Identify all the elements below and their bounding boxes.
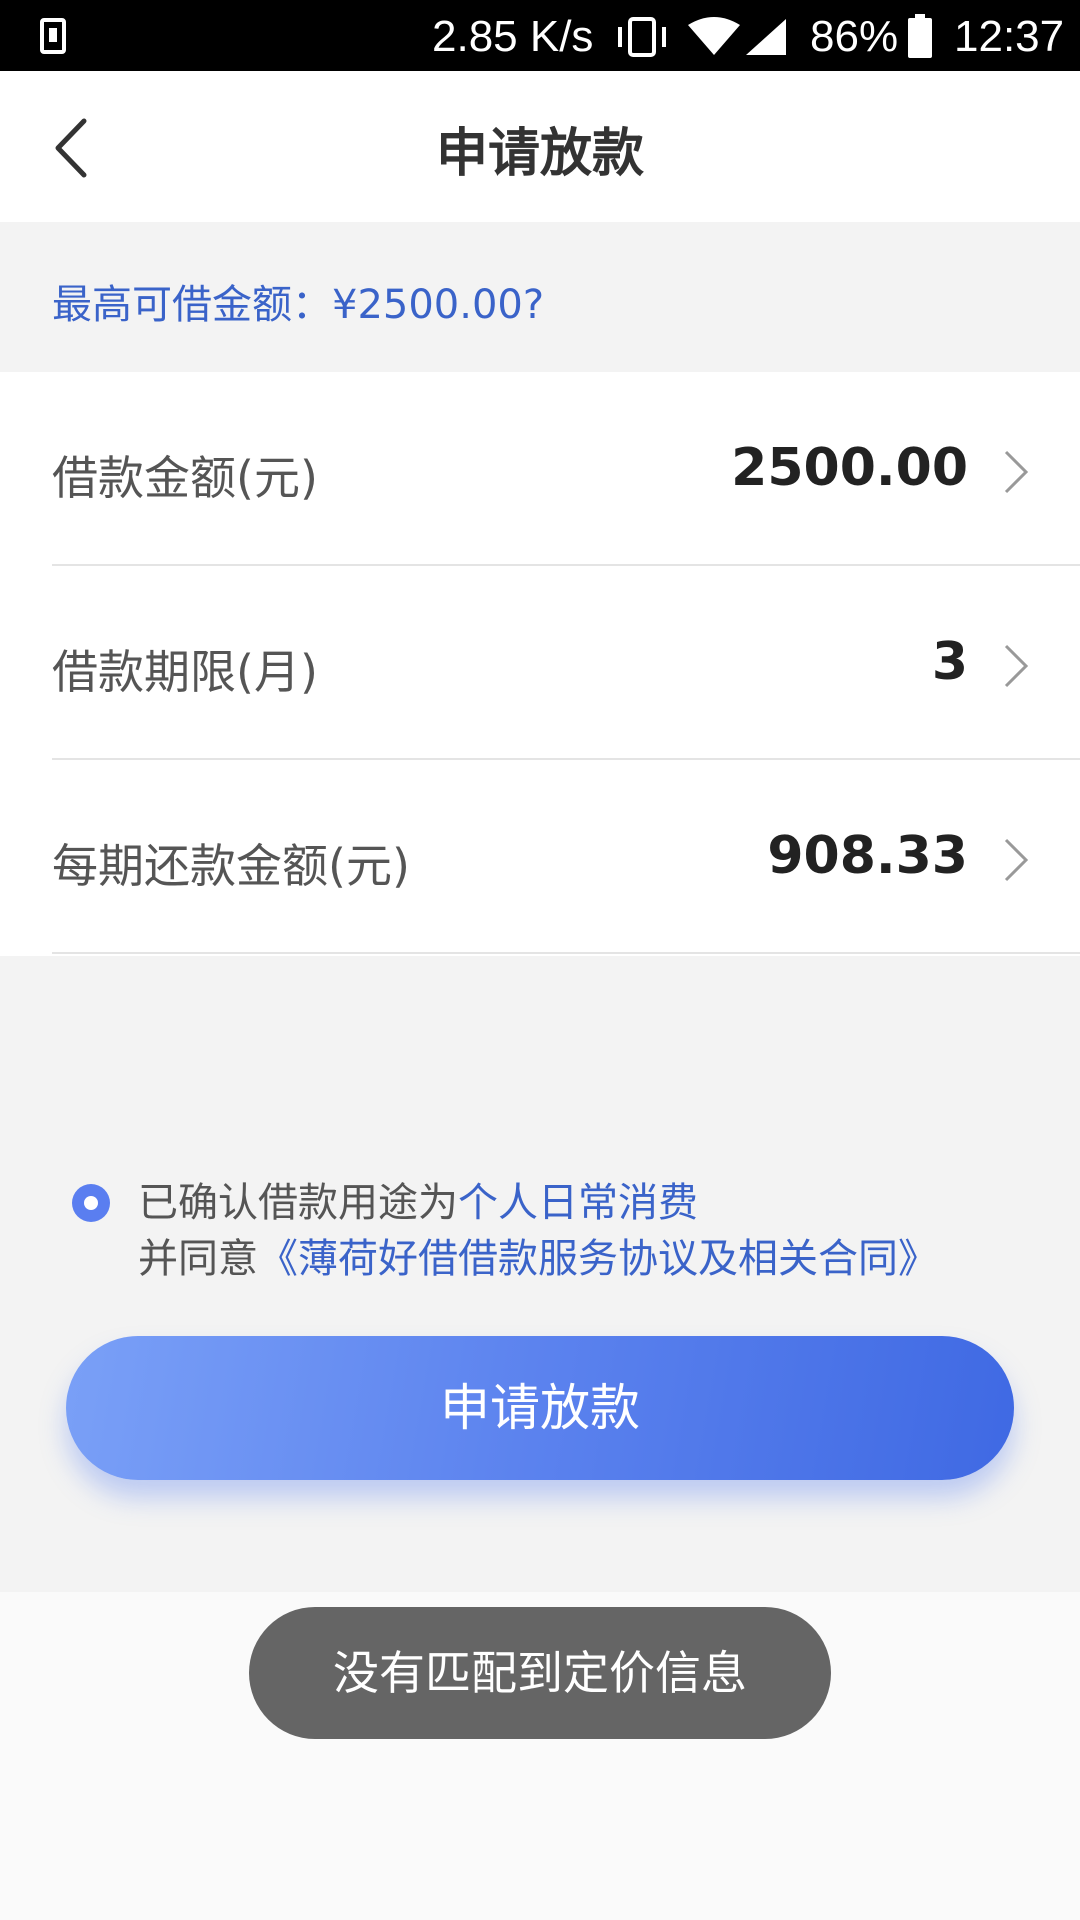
chevron-right-icon [1004, 838, 1029, 882]
contract-link[interactable]: 《薄荷好借借款服务协议及相关合同》 [258, 1236, 938, 1282]
vibrate-icon [618, 17, 666, 57]
contract-line: 并同意《薄荷好借借款服务协议及相关合同》 [138, 1226, 938, 1284]
max-borrow-amount: 最高可借金额：¥2500.00? [52, 282, 545, 328]
repayment-amount-row[interactable]: 每期还款金额(元) 908.33 [0, 760, 1080, 954]
chevron-right-icon [1004, 450, 1029, 494]
app-header: 申请放款 [0, 71, 1080, 222]
network-speed: 2.85 K/s [432, 12, 594, 61]
battery-percent: 86% [810, 12, 899, 61]
toast-message: 没有匹配到定价信息 [249, 1607, 831, 1739]
loan-term-row[interactable]: 借款期限(月) 3 [0, 566, 1080, 760]
apply-loan-button[interactable]: 申请放款 [66, 1336, 1014, 1480]
download-notification-icon [40, 18, 66, 54]
chevron-right-icon [1004, 644, 1029, 688]
main-content: 最高可借金额：¥2500.00? 借款金额(元) 2500.00 借款期限(月)… [0, 222, 1080, 1592]
battery-icon [908, 14, 932, 58]
cell-signal-icon [746, 19, 786, 55]
loan-form: 借款金额(元) 2500.00 借款期限(月) 3 每期还款金额(元) 908.… [0, 372, 1080, 956]
purpose-link[interactable]: 个人日常消费 [458, 1180, 698, 1226]
loan-amount-value: 2500.00 [731, 438, 968, 498]
divider [52, 952, 1080, 954]
purpose-line: 已确认借款用途为个人日常消费 [138, 1170, 698, 1228]
repayment-amount-value: 908.33 [767, 826, 968, 886]
loan-amount-label: 借款金额(元) [52, 451, 318, 505]
purpose-prefix: 已确认借款用途为 [138, 1180, 458, 1226]
page-title: 申请放款 [435, 124, 644, 184]
repayment-amount-label: 每期还款金额(元) [52, 839, 410, 893]
wifi-icon [688, 17, 740, 55]
clock: 12:37 [954, 12, 1065, 61]
loan-amount-row[interactable]: 借款金额(元) 2500.00 [0, 372, 1080, 566]
contract-prefix: 并同意 [138, 1236, 258, 1282]
radio-checked-icon[interactable] [72, 1184, 110, 1222]
loan-term-label: 借款期限(月) [52, 645, 318, 699]
status-bar: 2.85 K/s 86% 12:37 [0, 0, 1080, 71]
loan-term-value: 3 [931, 632, 968, 692]
